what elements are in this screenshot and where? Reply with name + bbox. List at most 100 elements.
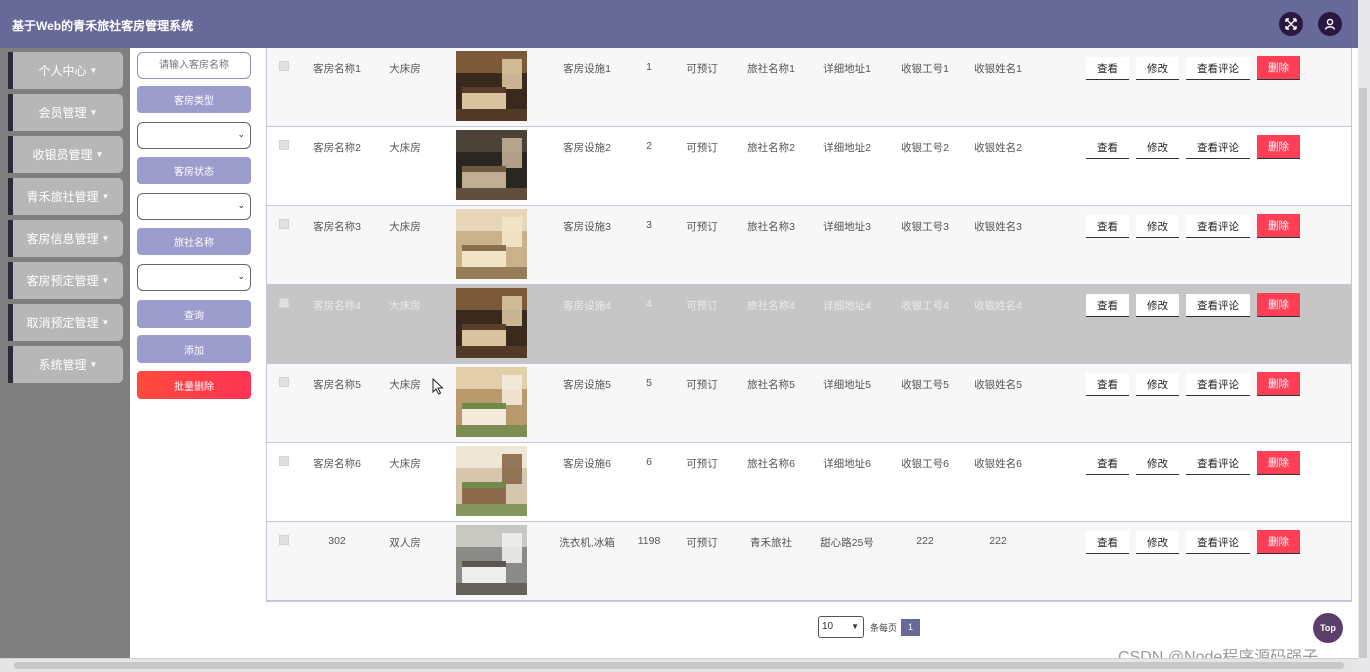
view-reviews-button[interactable]: 查看评论 <box>1186 215 1250 238</box>
room-type-cell: 大床房 <box>389 458 421 470</box>
edit-button[interactable]: 修改 <box>1136 531 1179 554</box>
room-status-label: 客房状态 <box>137 157 251 184</box>
view-reviews-button[interactable]: 查看评论 <box>1186 531 1250 554</box>
row-checkbox[interactable] <box>279 140 289 150</box>
sidebar-item-hotel-management[interactable]: 青禾旅社管理 ▼ <box>8 178 123 215</box>
view-button[interactable]: 查看 <box>1086 136 1129 159</box>
hotel-name-select[interactable]: ⌄ <box>137 264 251 291</box>
view-reviews-button[interactable]: 查看评论 <box>1186 373 1250 396</box>
delete-button[interactable]: 删除 <box>1257 293 1300 317</box>
edit-button[interactable]: 修改 <box>1136 294 1179 317</box>
room-price-cell: 1198 <box>637 535 661 547</box>
table-row[interactable]: 客房名称5 大床房 客房设施5 5 可预订 旅社名称5 详细地址5 收银工号5 收银姓名5 查看修… <box>267 364 1351 443</box>
caret-down-icon: ▼ <box>95 150 104 159</box>
sidebar-item-personal-center[interactable]: 个人中心 ▼ <box>8 52 123 89</box>
app-title: 基于Web的青禾旅社客房管理系统 <box>12 19 194 33</box>
room-price-cell: 1 <box>646 61 652 73</box>
sidebar-item-room-info-management[interactable]: 客房信息管理 ▼ <box>8 220 123 257</box>
view-reviews-button[interactable]: 查看评论 <box>1186 452 1250 475</box>
page-number-button[interactable]: 1 <box>901 618 921 636</box>
delete-button[interactable]: 删除 <box>1257 451 1300 475</box>
view-button[interactable]: 查看 <box>1086 215 1129 238</box>
room-image <box>456 130 527 200</box>
room-status-cell: 可预订 <box>686 142 718 154</box>
room-image <box>456 51 527 121</box>
row-checkbox[interactable] <box>279 456 289 466</box>
table-row[interactable]: 客房名称3 大床房 客房设施3 3 可预订 旅社名称3 详细地址3 收银工号3 收银姓名3 查看修… <box>267 206 1351 285</box>
room-table: 客房名称1 大床房 客房设施1 1 可预订 旅社名称1 详细地址1 收银工号1 收银姓名1 查看修… <box>266 48 1352 602</box>
cashier-name-cell: 收银姓名1 <box>974 63 1022 75</box>
view-button[interactable]: 查看 <box>1086 294 1129 317</box>
cashier-name-cell: 收银姓名5 <box>974 379 1022 391</box>
edit-button[interactable]: 修改 <box>1136 215 1179 238</box>
view-button[interactable]: 查看 <box>1086 452 1129 475</box>
table-row[interactable]: 客房名称2 大床房 客房设施2 2 可预订 旅社名称2 详细地址2 收银工号2 收银姓名2 查看修… <box>267 127 1351 206</box>
scrollbar-thumb[interactable] <box>1359 88 1367 658</box>
hotel-name-cell: 旅社名称4 <box>747 300 795 312</box>
room-image <box>456 446 527 516</box>
edit-button[interactable]: 修改 <box>1136 136 1179 159</box>
room-type-select[interactable]: ⌄ <box>137 122 251 149</box>
query-button[interactable]: 查询 <box>137 300 251 328</box>
delete-button[interactable]: 删除 <box>1257 56 1300 80</box>
room-name-cell: 客房名称3 <box>313 221 361 233</box>
row-checkbox[interactable] <box>279 377 289 387</box>
table-row[interactable]: 客房名称1 大床房 客房设施1 1 可预订 旅社名称1 详细地址1 收银工号1 收银姓名1 查看修… <box>267 48 1351 127</box>
room-name-search-input[interactable] <box>137 52 251 79</box>
table-row[interactable]: 客房名称6 大床房 客房设施6 6 可预订 旅社名称6 详细地址6 收银工号6 收银姓名6 查看修… <box>267 443 1351 522</box>
delete-button[interactable]: 删除 <box>1257 530 1300 554</box>
delete-button[interactable]: 删除 <box>1257 214 1300 238</box>
table-row[interactable]: 客房名称4 大床房 客房设施4 4 可预订 旅社名称4 详细地址4 收银工号4 收银姓名4 查看修… <box>267 285 1351 364</box>
room-name-cell: 客房名称1 <box>313 63 361 75</box>
sidebar-item-booking-management[interactable]: 客房预定管理 ▼ <box>8 262 123 299</box>
room-image <box>456 525 527 595</box>
edit-button[interactable]: 修改 <box>1136 57 1179 80</box>
row-checkbox[interactable] <box>279 61 289 71</box>
row-checkbox[interactable] <box>279 535 289 545</box>
view-reviews-button[interactable]: 查看评论 <box>1186 294 1250 317</box>
vertical-scrollbar[interactable] <box>1358 0 1370 672</box>
room-status-select[interactable]: ⌄ <box>137 193 251 220</box>
room-facility-cell: 客房设施2 <box>563 142 611 154</box>
room-price-cell: 3 <box>646 219 652 231</box>
chevron-down-icon: ⌄ <box>237 271 245 281</box>
cashier-name-cell: 收银姓名2 <box>974 142 1022 154</box>
edit-button[interactable]: 修改 <box>1136 373 1179 396</box>
room-image <box>456 288 527 358</box>
fullscreen-icon[interactable] <box>1279 12 1303 36</box>
view-reviews-button[interactable]: 查看评论 <box>1186 136 1250 159</box>
room-status-cell: 可预订 <box>686 221 718 233</box>
address-cell: 详细地址5 <box>823 379 871 391</box>
delete-button[interactable]: 删除 <box>1257 135 1300 159</box>
add-button[interactable]: 添加 <box>137 335 251 363</box>
scrollbar-thumb[interactable] <box>14 662 1344 669</box>
room-status-cell: 可预订 <box>686 537 718 549</box>
edit-button[interactable]: 修改 <box>1136 452 1179 475</box>
view-button[interactable]: 查看 <box>1086 373 1129 396</box>
sidebar-item-member-management[interactable]: 会员管理 ▼ <box>8 94 123 131</box>
sidebar-item-cancel-booking-management[interactable]: 取消预定管理 ▼ <box>8 304 123 341</box>
user-icon[interactable] <box>1318 12 1342 36</box>
row-checkbox[interactable] <box>279 298 289 308</box>
horizontal-scrollbar[interactable] <box>0 658 1358 672</box>
view-button[interactable]: 查看 <box>1086 531 1129 554</box>
view-reviews-button[interactable]: 查看评论 <box>1186 57 1250 80</box>
delete-button[interactable]: 删除 <box>1257 372 1300 396</box>
room-type-cell: 大床房 <box>389 63 421 75</box>
table-row[interactable]: 302 双人房 洗衣机,冰箱 1198 可预订 青禾旅社 甜心路25号 222 222 查看 修改查… <box>267 522 1351 601</box>
hotel-name-cell: 旅社名称5 <box>747 379 795 391</box>
page-size-select[interactable]: 10 ▼ <box>818 616 864 638</box>
sidebar-item-cashier-management[interactable]: 收银员管理 ▼ <box>8 136 123 173</box>
room-type-cell: 双人房 <box>389 537 421 549</box>
room-facility-cell: 客房设施5 <box>563 379 611 391</box>
view-button[interactable]: 查看 <box>1086 57 1129 80</box>
chevron-down-icon: ⌄ <box>237 129 245 139</box>
sidebar-item-system-management[interactable]: 系统管理 ▼ <box>8 346 123 383</box>
room-type-cell: 大床房 <box>389 142 421 154</box>
hotel-name-cell: 旅社名称2 <box>747 142 795 154</box>
row-checkbox[interactable] <box>279 219 289 229</box>
batch-delete-button[interactable]: 批量删除 <box>137 371 251 399</box>
cashier-no-cell: 收银工号4 <box>901 300 949 312</box>
back-to-top-button[interactable]: Top <box>1313 613 1343 643</box>
cashier-no-cell: 收银工号6 <box>901 458 949 470</box>
